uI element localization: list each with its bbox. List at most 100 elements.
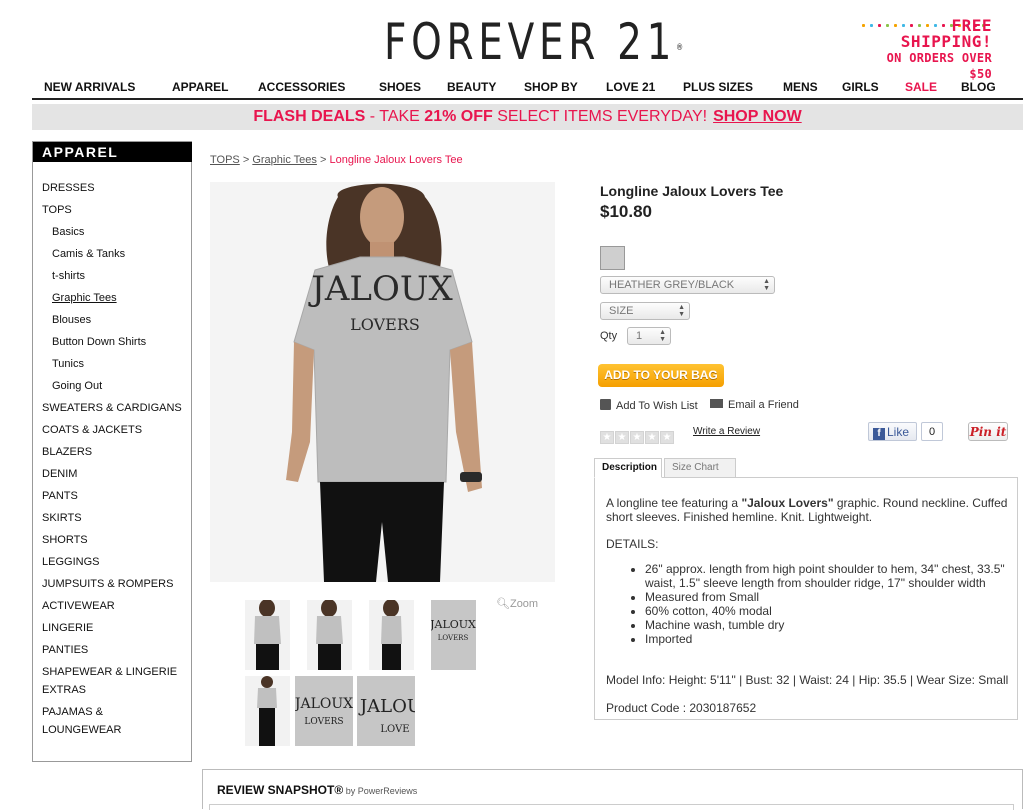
nav-girls[interactable]: GIRLS <box>842 80 879 94</box>
email-friend-label: Email a Friend <box>728 399 799 411</box>
nav-divider <box>32 98 1023 100</box>
sidebar-item-dresses[interactable]: DRESSES <box>42 182 95 194</box>
pin-it-button[interactable]: Pin it <box>968 422 1008 441</box>
svg-text:LOVE: LOVE <box>380 724 409 735</box>
thumbnail-closeup[interactable]: JALOUX LOVERS <box>431 600 476 670</box>
flash-deals-percent: 21% OFF <box>424 108 493 125</box>
thumbnail-image: JALOUX LOVERS <box>295 676 353 746</box>
sidebar-item-coats-jackets[interactable]: COATS & JACKETS <box>42 424 142 436</box>
nav-beauty[interactable]: BEAUTY <box>447 80 496 94</box>
thumbnail-detail[interactable]: JALOU LOVE <box>357 676 415 746</box>
sidebar-item-graphic-tees[interactable]: Graphic Tees <box>52 292 117 304</box>
rating-stars: ★ ★ ★ ★ ★ <box>600 427 675 445</box>
breadcrumb-separator: > <box>239 154 253 166</box>
qty-label: Qty <box>600 330 618 342</box>
sidebar-item-blouses[interactable]: Blouses <box>52 314 91 326</box>
color-swatch[interactable] <box>600 246 625 270</box>
svg-text:LOVERS: LOVERS <box>438 634 469 642</box>
facebook-like-button[interactable]: f Like <box>868 422 917 441</box>
sidebar-item-shorts[interactable]: SHORTS <box>42 534 88 546</box>
review-content-box <box>209 804 1014 810</box>
sidebar-item-pants[interactable]: PANTS <box>42 490 78 502</box>
nav-blog[interactable]: BLOG <box>961 80 996 94</box>
sidebar-item-blazers[interactable]: BLAZERS <box>42 446 92 458</box>
facebook-icon: f <box>873 428 885 440</box>
breadcrumb: TOPS > Graphic Tees > Longline Jaloux Lo… <box>210 154 463 166</box>
sidebar-item-extras[interactable]: EXTRAS <box>42 684 86 696</box>
zoom-button[interactable]: 🔍︎Zoom <box>496 597 538 610</box>
sidebar-item-button-down-shirts[interactable]: Button Down Shirts <box>52 336 146 348</box>
sidebar-item-jumpsuits-rompers[interactable]: JUMPSUITS & ROMPERS <box>42 578 173 590</box>
registered-mark: ® <box>676 43 684 53</box>
sidebar-item-skirts[interactable]: SKIRTS <box>42 512 82 524</box>
sidebar-item-tunics[interactable]: Tunics <box>52 358 84 370</box>
sidebar-item-basics[interactable]: Basics <box>52 226 84 238</box>
review-snapshot: REVIEW SNAPSHOT® by PowerReviews <box>202 769 1023 810</box>
main-nav: NEW ARRIVALS APPAREL ACCESSORIES SHOES B… <box>0 80 1023 96</box>
breadcrumb-graphic-tees[interactable]: Graphic Tees <box>252 154 317 166</box>
shop-now-link[interactable]: SHOP NOW <box>713 108 802 125</box>
like-label: Like <box>887 425 910 439</box>
sidebar-item-tops[interactable]: TOPS <box>42 204 72 216</box>
review-snapshot-title: REVIEW SNAPSHOT® by PowerReviews <box>217 783 417 797</box>
sidebar-item-loungewear[interactable]: LOUNGEWEAR <box>42 724 121 736</box>
size-select[interactable]: SIZE ▲ ▼ <box>600 302 690 320</box>
sidebar-item-t-shirts[interactable]: t-shirts <box>52 270 85 282</box>
nav-accessories[interactable]: ACCESSORIES <box>258 80 345 94</box>
sidebar-item-panties[interactable]: PANTIES <box>42 644 88 656</box>
tab-description[interactable]: Description <box>594 458 662 478</box>
thumbnail-image <box>245 600 290 670</box>
wish-list-label: Add To Wish List <box>616 400 698 412</box>
thumbnail-front[interactable] <box>245 600 290 670</box>
free-shipping-banner[interactable]: FREE SHIPPING! ON ORDERS OVER $50 <box>862 18 992 82</box>
description-panel: A longline tee featuring a "Jaloux Lover… <box>594 477 1018 720</box>
detail-item: Machine wash, tumble dry <box>645 618 1011 632</box>
write-review-link[interactable]: Write a Review <box>693 426 760 437</box>
select-arrows-icon: ▲ ▼ <box>659 329 666 343</box>
nav-shoes[interactable]: SHOES <box>379 80 421 94</box>
sidebar-item-sweaters-cardigans[interactable]: SWEATERS & CARDIGANS <box>42 402 182 414</box>
logo-text: FOREVER 21 <box>384 13 677 71</box>
add-to-bag-button[interactable]: ADD TO YOUR BAG <box>598 364 724 387</box>
flash-deals-lead: FLASH DEALS <box>253 108 366 125</box>
sidebar-item-pajamas[interactable]: PAJAMAS & <box>42 706 103 718</box>
sidebar-item-shapewear-lingerie[interactable]: SHAPEWEAR & LINGERIE <box>42 666 177 678</box>
details-heading: DETAILS: <box>606 537 659 551</box>
nav-new-arrivals[interactable]: NEW ARRIVALS <box>44 80 135 94</box>
intro-graphic-name: "Jaloux Lovers" <box>741 496 834 510</box>
site-logo[interactable]: FOREVER 21® <box>384 12 683 72</box>
sidebar-item-denim[interactable]: DENIM <box>42 468 77 480</box>
thumbnail-graphic[interactable]: JALOUX LOVERS <box>295 676 353 746</box>
sidebar-item-lingerie[interactable]: LINGERIE <box>42 622 93 634</box>
sidebar-item-camis-tanks[interactable]: Camis & Tanks <box>52 248 125 260</box>
flash-deals-banner[interactable]: FLASH DEALS - TAKE 21% OFF SELECT ITEMS … <box>32 104 1023 130</box>
sidebar-title: APPAREL <box>33 142 192 162</box>
nav-mens[interactable]: MENS <box>783 80 818 94</box>
tab-size-chart[interactable]: Size Chart <box>664 458 736 478</box>
thumbnail-image: JALOU LOVE <box>357 676 415 746</box>
sidebar-item-going-out[interactable]: Going Out <box>52 380 102 392</box>
color-select[interactable]: HEATHER GREY/BLACK ▲ ▼ <box>600 276 775 294</box>
gift-icon <box>600 399 611 410</box>
add-to-wish-list-link[interactable]: Add To Wish List <box>600 399 698 412</box>
nav-apparel[interactable]: APPAREL <box>172 80 228 94</box>
breadcrumb-tops[interactable]: TOPS <box>210 154 240 166</box>
thumbnail-full[interactable] <box>245 676 290 746</box>
thumbnail-side[interactable] <box>369 600 414 670</box>
nav-plus-sizes[interactable]: PLUS SIZES <box>683 80 753 94</box>
nav-love-21[interactable]: LOVE 21 <box>606 80 655 94</box>
detail-item: Measured from Small <box>645 590 1011 604</box>
svg-text:JALOUX: JALOUX <box>295 696 353 712</box>
thumbnail-angle[interactable] <box>307 600 352 670</box>
envelope-icon <box>710 399 723 408</box>
product-main-image[interactable]: JALOUX LOVERS <box>210 182 555 582</box>
thumbnail-image <box>369 600 414 670</box>
sidebar-item-leggings[interactable]: LEGGINGS <box>42 556 99 568</box>
nav-shop-by[interactable]: SHOP BY <box>524 80 578 94</box>
review-title-text: REVIEW SNAPSHOT® <box>217 783 344 797</box>
email-friend-link[interactable]: Email a Friend <box>710 399 799 411</box>
breadcrumb-separator: > <box>316 154 330 166</box>
nav-sale[interactable]: SALE <box>905 80 937 94</box>
sidebar-item-activewear[interactable]: ACTIVEWEAR <box>42 600 115 612</box>
qty-select[interactable]: 1 ▲ ▼ <box>627 327 671 345</box>
